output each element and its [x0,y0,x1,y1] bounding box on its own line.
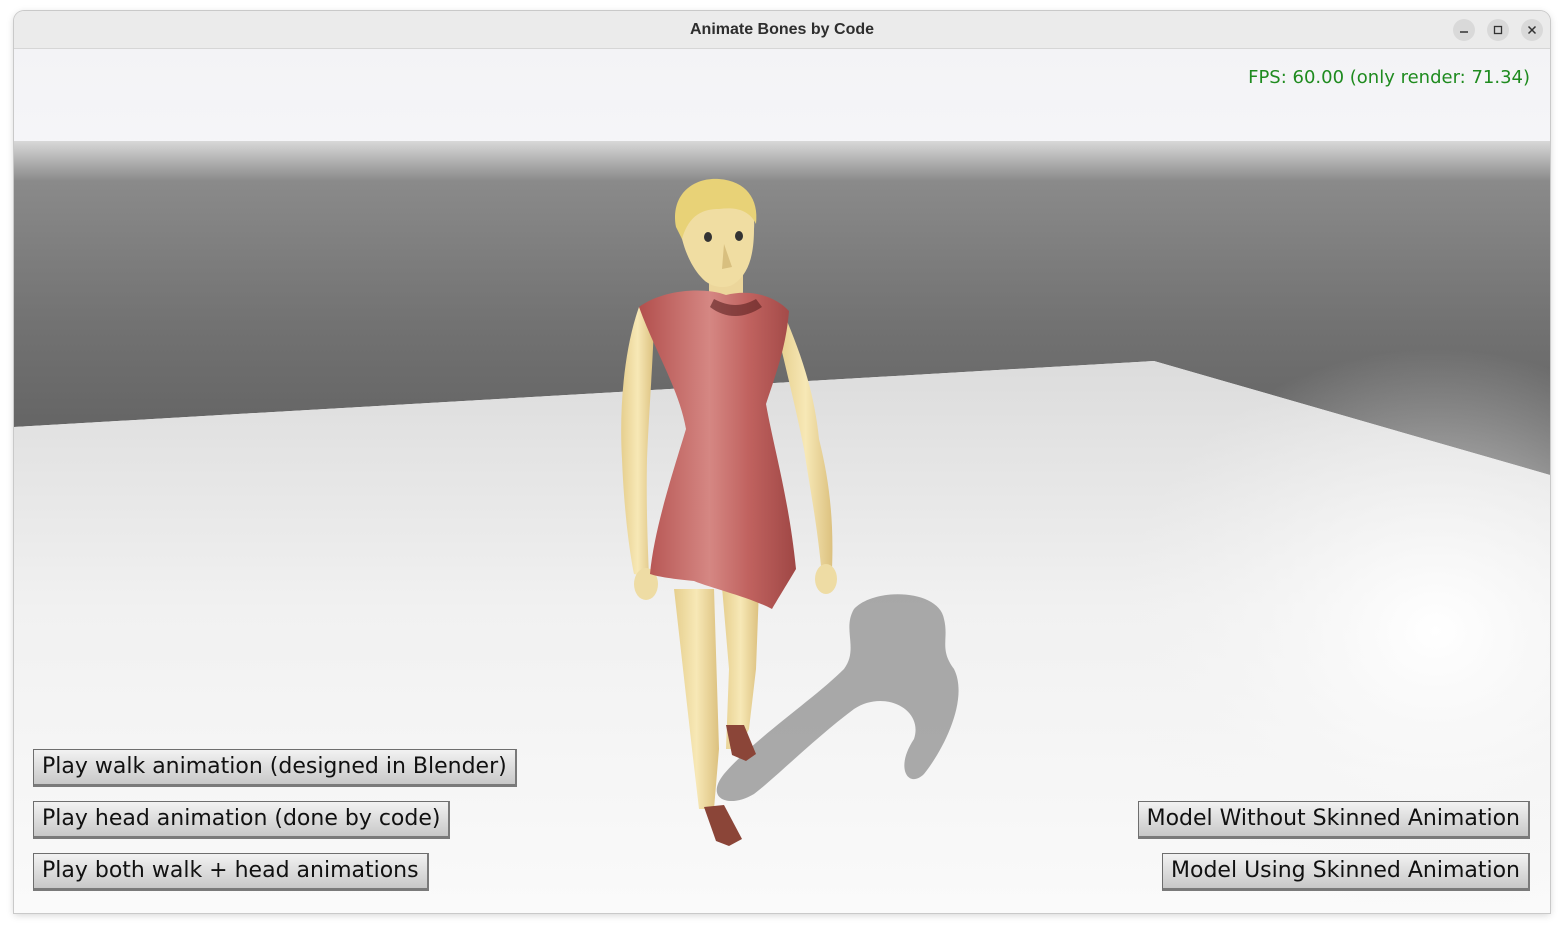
title-bar[interactable]: Animate Bones by Code [14,11,1550,49]
maximize-icon [1493,25,1503,35]
close-button[interactable] [1521,19,1543,41]
fps-counter: FPS: 60.00 (only render: 71.34) [1248,67,1530,88]
right-eye [735,231,743,241]
close-icon [1527,25,1537,35]
left-eye [704,232,712,242]
maximize-button[interactable] [1487,19,1509,41]
play-head-animation-button[interactable]: Play head animation (done by code) [33,801,451,839]
play-both-animations-button[interactable]: Play both walk + head animations [33,853,429,891]
app-window: Animate Bones by Code FPS: 60.00 (only r… [14,11,1550,913]
minimize-icon [1460,31,1468,33]
right-hand [815,564,837,594]
3d-viewport[interactable]: FPS: 60.00 (only render: 71.34) Play wal… [14,49,1550,913]
model-without-skinned-animation-button[interactable]: Model Without Skinned Animation [1137,801,1530,839]
window-title: Animate Bones by Code [689,21,875,38]
model-using-skinned-animation-button[interactable]: Model Using Skinned Animation [1162,853,1530,891]
minimize-button[interactable] [1453,19,1475,41]
play-walk-animation-button[interactable]: Play walk animation (designed in Blender… [33,749,517,787]
